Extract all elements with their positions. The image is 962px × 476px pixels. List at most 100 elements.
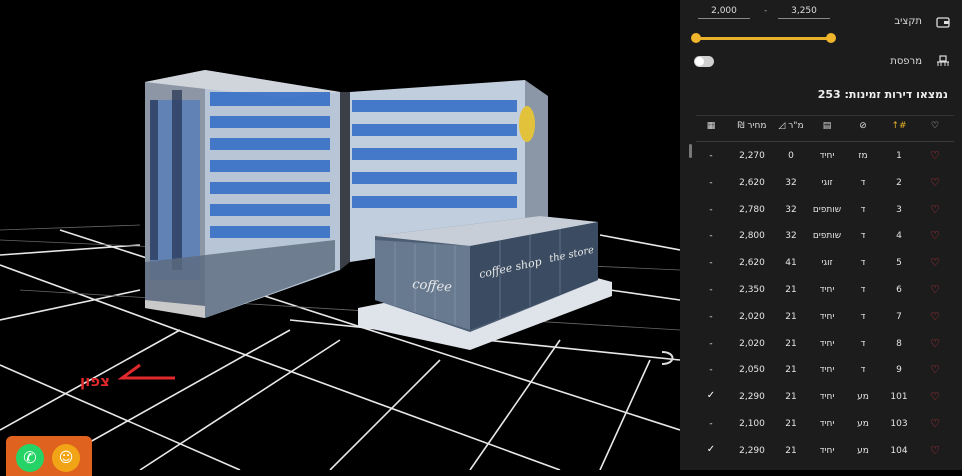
budget-min-handle[interactable] (691, 33, 701, 43)
table-row[interactable]: ♡ 104 מע יחיד 21 2,290 ✓ (680, 438, 962, 465)
apartment-direction: מז (858, 151, 868, 161)
apartment-sqm: 21 (785, 445, 797, 456)
apartment-number: 8 (896, 338, 902, 349)
sort-number-icon[interactable]: #↑ (882, 121, 916, 131)
apartment-direction: ד (860, 204, 866, 215)
apartment-number: 101 (890, 392, 908, 403)
filter-panel: תקציב 3,250 - 2,000 מרפסת נמצאו דירות זמ… (680, 0, 962, 470)
favorite-icon[interactable]: ♡ (918, 283, 952, 296)
table-row[interactable]: ♡ 9 ד יחיד 21 2,050 - (680, 357, 962, 384)
compass-column-icon[interactable]: ⊘ (846, 121, 880, 131)
apartment-number: 1 (896, 151, 902, 161)
apartment-price: 2,020 (739, 338, 765, 349)
table-row[interactable]: ♡ 7 ד יחיד 21 2,020 - (680, 304, 962, 331)
apartment-direction: ד (860, 311, 866, 322)
apartment-direction: ד (860, 258, 866, 269)
apartment-direction: ד (860, 284, 866, 295)
table-row[interactable]: ♡ 2 ד זוגי 32 2,620 - (680, 170, 962, 197)
favorite-icon[interactable]: ♡ (918, 390, 952, 403)
apartment-type: יחיד (819, 445, 835, 456)
balcony-filter: מרפסת (680, 50, 962, 74)
favorite-icon[interactable]: ♡ (918, 444, 952, 457)
apartment-price: 2,620 (739, 258, 765, 269)
apartment-number: 104 (890, 445, 908, 456)
sqm-header-label: מ"ר (788, 121, 804, 131)
price-column-header[interactable]: מחיר ₪ (732, 121, 772, 131)
apartment-number: 103 (890, 418, 908, 429)
apartment-type: יחיד (819, 151, 835, 161)
budget-slider-track[interactable] (696, 37, 832, 40)
table-row[interactable]: ♡ 5 ד זוגי 41 2,620 - (680, 250, 962, 277)
table-row[interactable]: ♡ 4 ד שותפים 32 2,800 - (680, 223, 962, 250)
table-row[interactable]: ♡ 6 ד יחיד 21 2,350 - (680, 277, 962, 304)
table-row[interactable]: ♡ 3 ד שותפים 32 2,780 - (680, 197, 962, 224)
favorite-icon[interactable]: ♡ (918, 149, 952, 162)
scene-canvas[interactable]: coffee shop the store coffee (0, 0, 681, 471)
favorite-icon[interactable]: ♡ (918, 229, 952, 242)
apartment-balcony: - (709, 151, 713, 161)
apartment-number: 7 (896, 311, 902, 322)
table-header: ♡ #↑ ⊘ ▤ מ"ר ◿ מחיר ₪ ▦ (680, 118, 962, 138)
apartment-type: שותפים (812, 204, 842, 215)
apartment-type: זוגי (821, 177, 833, 188)
apartment-direction: ד (860, 231, 866, 242)
budget-max-handle[interactable] (826, 33, 836, 43)
bed-type-column-icon[interactable]: ▤ (810, 121, 844, 131)
apartment-direction: ד (860, 338, 866, 349)
apartment-balcony: - (709, 258, 713, 269)
favorite-icon[interactable]: ♡ (918, 417, 952, 430)
apartment-type: שותפים (812, 231, 842, 242)
apartment-direction: ד (860, 365, 866, 376)
sqm-column-header[interactable]: מ"ר ◿ (774, 121, 808, 131)
apartment-price: 2,290 (739, 445, 765, 456)
favorite-column-icon[interactable]: ♡ (918, 121, 952, 131)
contact-widget[interactable]: ✆ ☺ (6, 436, 92, 476)
apartment-balcony: - (709, 365, 713, 376)
table-row[interactable]: ♡ 1 מז יחיד 0 2,270 - (680, 143, 962, 170)
apartment-sqm: 21 (785, 392, 797, 403)
apartment-price: 2,100 (739, 418, 765, 429)
favorite-icon[interactable]: ♡ (918, 176, 952, 189)
wallet-icon (936, 17, 950, 28)
apartment-number: 9 (896, 365, 902, 376)
3d-building-viewer[interactable]: coffee shop the store coffee צפון (0, 0, 681, 471)
range-separator: - (764, 6, 768, 16)
table-row[interactable]: ♡ 101 מע יחיד 21 2,290 ✓ (680, 384, 962, 411)
apartment-balcony: - (709, 418, 713, 429)
apartment-type: יחיד (819, 418, 835, 429)
apartment-price: 2,800 (739, 231, 765, 242)
balcony-icon (937, 55, 949, 66)
apartment-sqm: 21 (785, 311, 797, 322)
balcony-column-icon[interactable]: ▦ (694, 121, 728, 131)
apartment-direction: מע (857, 418, 869, 429)
whatsapp-icon[interactable]: ✆ (16, 444, 44, 472)
budget-max-field[interactable]: 3,250 (778, 6, 830, 19)
apartment-sqm: 21 (785, 284, 797, 295)
apartment-type: יחיד (819, 311, 835, 322)
apartment-sqm: 32 (785, 204, 797, 215)
apartment-price: 2,290 (739, 392, 765, 403)
divider (696, 115, 954, 116)
favorite-icon[interactable]: ♡ (918, 203, 952, 216)
apartment-balcony: ✓ (706, 390, 716, 402)
favorite-icon[interactable]: ♡ (918, 310, 952, 323)
header-divider (696, 141, 954, 142)
support-agent-icon[interactable]: ☺ (52, 444, 80, 472)
apartment-direction: מע (857, 445, 869, 456)
apartment-sqm: 21 (785, 338, 797, 349)
apartment-type: יחיד (819, 392, 835, 403)
apartment-price: 2,270 (739, 151, 765, 161)
apartment-balcony: - (709, 204, 713, 215)
favorite-icon[interactable]: ♡ (918, 363, 952, 376)
apartment-price: 2,620 (739, 177, 765, 188)
table-row[interactable]: ♡ 8 ד יחיד 21 2,020 - (680, 331, 962, 358)
balcony-toggle[interactable] (694, 56, 714, 67)
apartment-sqm: 32 (785, 231, 797, 242)
budget-filter: תקציב 3,250 - 2,000 (680, 0, 962, 48)
favorite-icon[interactable]: ♡ (918, 337, 952, 350)
apartment-type: יחיד (819, 365, 835, 376)
budget-min-field[interactable]: 2,000 (698, 6, 750, 19)
apartment-sqm: 21 (785, 365, 797, 376)
table-row[interactable]: ♡ 103 מע יחיד 21 2,100 - (680, 411, 962, 438)
favorite-icon[interactable]: ♡ (918, 256, 952, 269)
